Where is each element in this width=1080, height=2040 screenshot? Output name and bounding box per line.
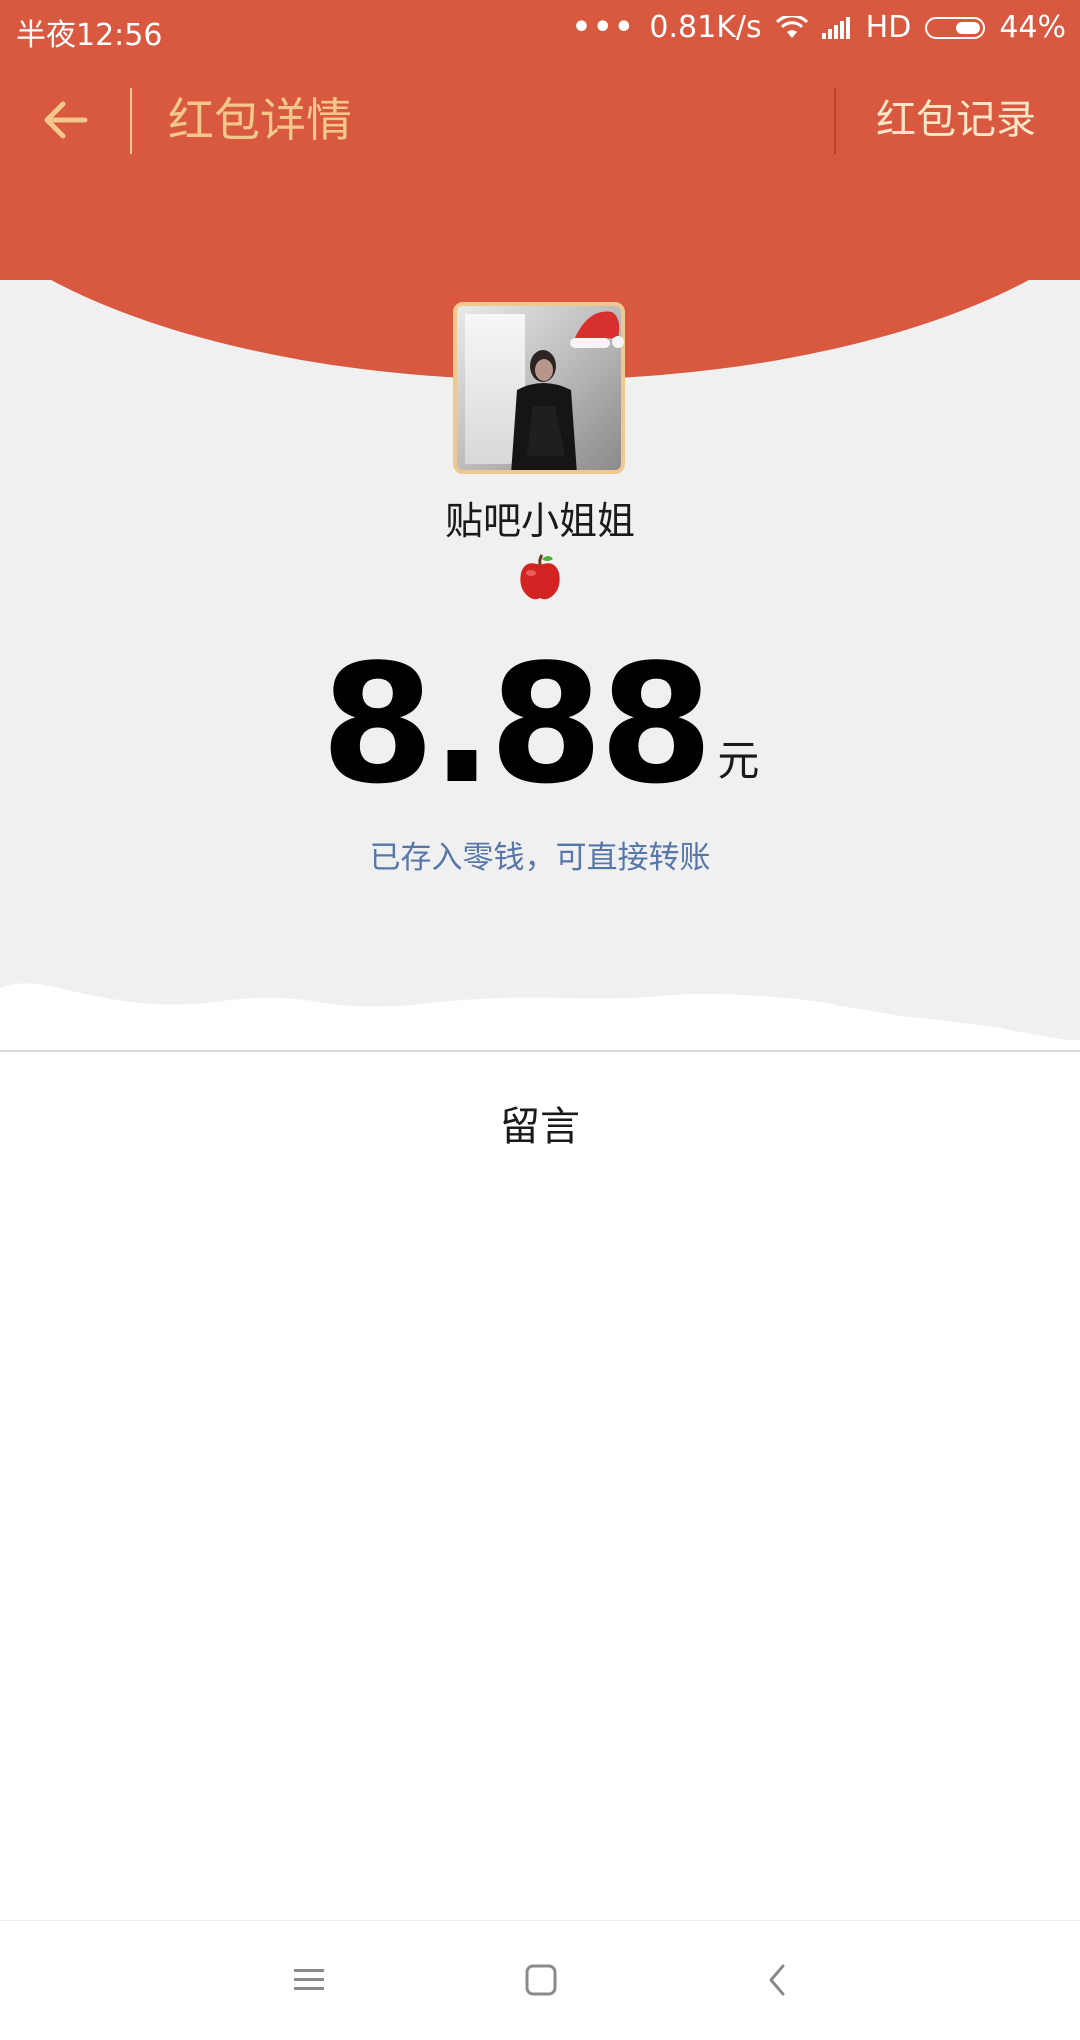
home-button[interactable] [516,1955,566,2005]
back-button[interactable] [30,90,100,150]
section-divider [0,1050,1080,1052]
wave-divider [0,983,1080,1046]
battery-icon [925,16,986,39]
amount-row: 8.88 元 [0,640,1080,810]
status-time: 半夜12:56 [16,18,163,53]
status-indicators: ••• 0.81K/s HD 44% [572,10,1066,45]
nav-divider-right [834,88,836,154]
network-type: HD [865,10,912,45]
amount-value: 8.88 [320,629,714,820]
status-bar: 半夜12:56 ••• 0.81K/s HD 44% [0,0,1080,58]
nav-divider [130,88,132,154]
back-icon [769,1964,785,1996]
menu-button[interactable] [284,1955,334,2005]
arrow-left-icon [44,101,88,139]
wifi-icon [775,15,808,40]
apple-emoji-icon [520,554,560,600]
message-label: 留言 [500,1104,580,1150]
system-navigation-bar [0,1920,1080,2040]
network-speed: 0.81K/s [649,10,762,45]
message-section [0,1040,1080,1920]
red-packet-records-button[interactable]: 红包记录 [876,90,1036,150]
amount-unit: 元 [717,736,760,785]
system-back-button[interactable] [752,1955,802,2005]
red-packet-detail-page: 半夜12:56 ••• 0.81K/s HD 44% 红包详情 红包记录 贴吧小… [0,0,1080,2040]
nav-bar: 红包详情 红包记录 [0,80,1080,160]
notification-dots-icon: ••• [571,10,636,45]
santa-hat-icon [570,311,624,348]
home-icon [525,1964,557,1996]
avatar-person [511,350,577,470]
signal-icon [821,16,852,39]
saved-to-change-link[interactable]: 已存入零钱，可直接转账 [0,832,1080,877]
page-title: 红包详情 [168,93,352,147]
sender-name: 贴吧小姐姐 [444,499,635,543]
menu-icon [294,1969,324,1990]
battery-percent: 44% [999,10,1066,45]
